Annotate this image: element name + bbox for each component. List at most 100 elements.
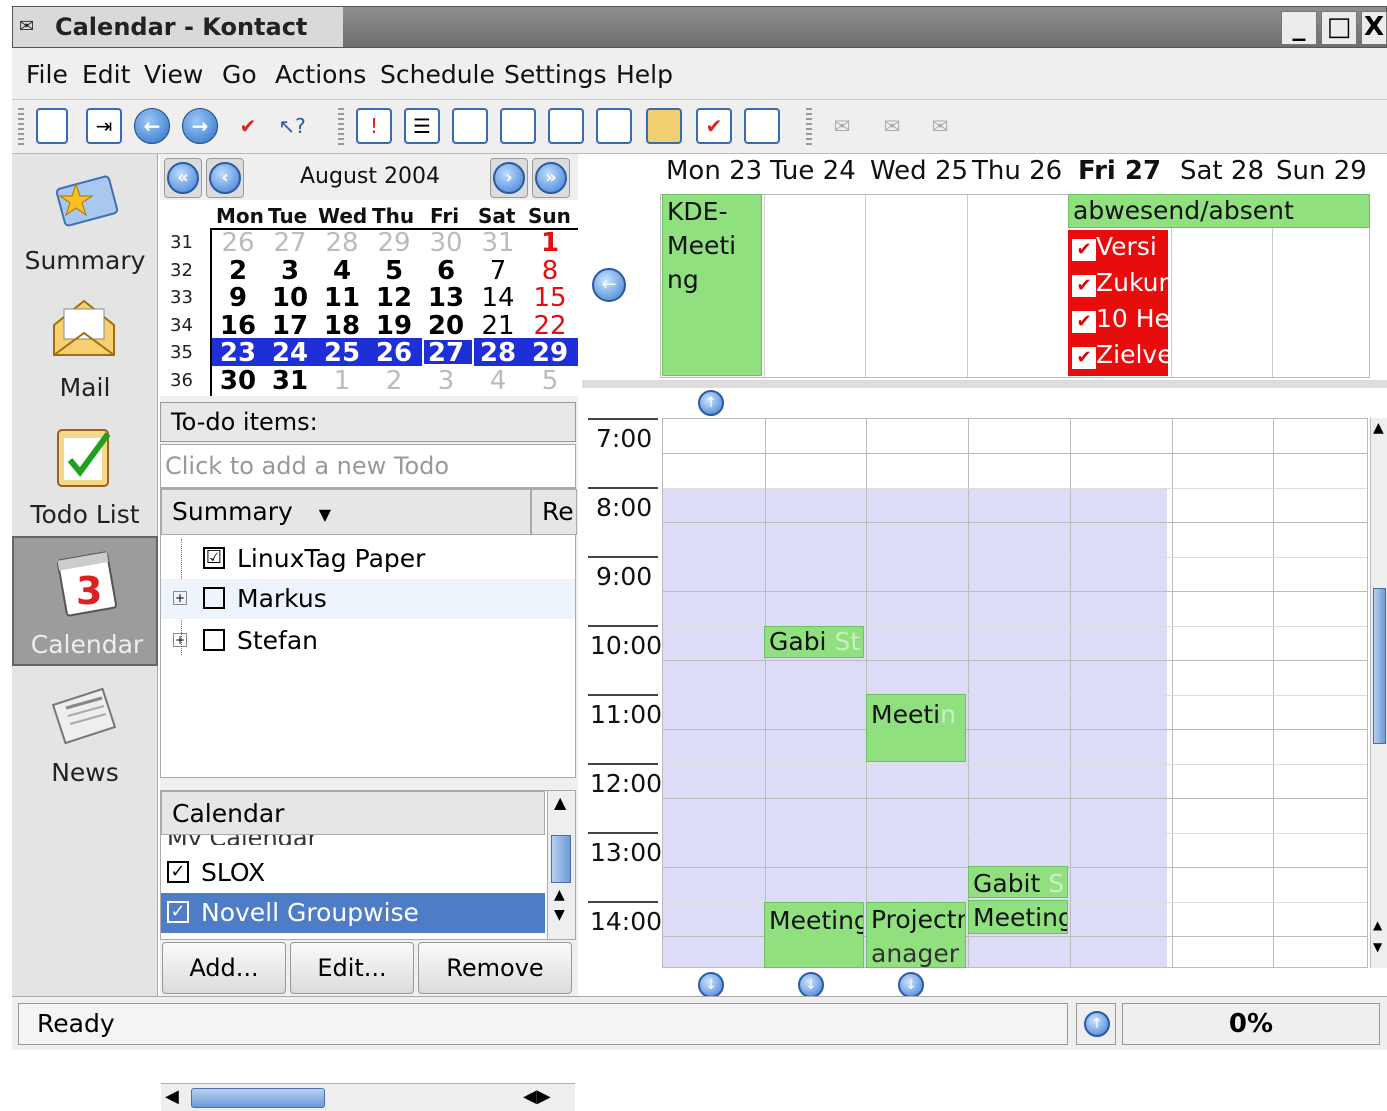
todo-view-icon[interactable]: ✔: [696, 108, 732, 144]
todo-checkbox[interactable]: [203, 629, 225, 651]
list-view-icon[interactable]: ☰: [404, 108, 440, 144]
date-cell[interactable]: 28: [472, 338, 524, 368]
scrollbar-thumb[interactable]: [191, 1088, 325, 1108]
menu-view[interactable]: View: [144, 60, 203, 89]
scroll-left-icon[interactable]: ◀: [165, 1086, 179, 1107]
date-cell[interactable]: 30: [212, 366, 264, 396]
sidebar-item-calendar[interactable]: 3 Calendar: [12, 536, 158, 666]
date-cell[interactable]: 13: [420, 283, 472, 313]
week-number[interactable]: 32: [170, 260, 193, 281]
event-gabit[interactable]: Gabit S: [968, 866, 1068, 898]
sidebar-item-news[interactable]: News: [12, 666, 158, 793]
week-number[interactable]: 31: [170, 232, 193, 253]
prev-year-button[interactable]: «: [164, 158, 202, 198]
scroll-down-events-icon[interactable]: ↓: [798, 972, 824, 998]
calendar-item-partial[interactable]: My Calendar: [167, 835, 537, 845]
date-cell[interactable]: 25: [316, 338, 368, 368]
next-month-button[interactable]: ›: [490, 158, 528, 198]
day-header[interactable]: Sun 29: [1276, 156, 1367, 186]
event-tue-meeting[interactable]: Meeting: [764, 902, 864, 968]
sidebar-item-summary[interactable]: Summary: [12, 154, 158, 281]
month-view-icon[interactable]: [646, 108, 682, 144]
date-cell[interactable]: 19: [368, 311, 420, 341]
date-cell[interactable]: 21: [472, 311, 524, 341]
scroll-down-events-icon[interactable]: ↓: [898, 972, 924, 998]
next-days-view-icon[interactable]: [596, 108, 632, 144]
scroll-left-right-icon[interactable]: ◀▶: [523, 1086, 551, 1107]
menu-go[interactable]: Go: [222, 60, 257, 89]
todo-horizontal-scrollbar[interactable]: ◀ ◀▶: [161, 1083, 575, 1111]
date-cell[interactable]: 27: [420, 338, 472, 368]
expand-icon[interactable]: +: [173, 591, 187, 605]
date-cell[interactable]: 12: [368, 283, 420, 313]
new-todo-icon[interactable]: ✔: [230, 108, 266, 144]
day-view-icon[interactable]: [452, 108, 488, 144]
menu-edit[interactable]: Edit: [82, 60, 130, 89]
date-cell[interactable]: 31: [264, 366, 316, 396]
todo-event[interactable]: ✔ Versi: [1072, 232, 1157, 261]
date-cell[interactable]: 4: [472, 366, 524, 396]
close-button[interactable]: X: [1361, 11, 1387, 45]
remove-calendar-button[interactable]: Remove: [418, 942, 572, 994]
menu-file[interactable]: File: [26, 60, 68, 89]
event-meeting[interactable]: Meetin: [866, 694, 966, 762]
event-project-manager[interactable]: Projectn anager: [866, 902, 966, 968]
scrollbar-thumb[interactable]: [1373, 588, 1386, 744]
date-cell[interactable]: 31: [472, 228, 524, 258]
day-header[interactable]: Fri 27: [1078, 156, 1161, 186]
event-thu-meeting[interactable]: Meeting: [968, 900, 1068, 934]
scroll-up-icon[interactable]: ▲: [554, 887, 565, 903]
date-cell[interactable]: 17: [264, 311, 316, 341]
day-header[interactable]: Mon 23: [666, 156, 762, 186]
collapse-arrow-icon[interactable]: ←: [592, 268, 626, 302]
sidebar-item-mail[interactable]: Mail: [12, 281, 158, 408]
date-cell[interactable]: 6: [420, 256, 472, 286]
toolbar-grip-2[interactable]: [338, 108, 344, 146]
date-cell[interactable]: 7: [472, 256, 524, 286]
edit-calendar-button[interactable]: Edit...: [290, 942, 414, 994]
toolbar-grip-3[interactable]: [806, 108, 812, 146]
reply-mail-icon[interactable]: ✉: [874, 108, 910, 144]
date-cell[interactable]: 4: [316, 256, 368, 286]
date-cell[interactable]: 8: [524, 256, 576, 286]
date-cell[interactable]: 27: [264, 228, 316, 258]
splitter[interactable]: [582, 380, 1387, 388]
calendar-list-header[interactable]: Calendar: [161, 791, 545, 835]
import-icon[interactable]: ⇥: [86, 108, 122, 144]
progress-toggle[interactable]: ↑: [1076, 1003, 1116, 1045]
date-cell[interactable]: 14: [472, 283, 524, 313]
day-header[interactable]: Sat 28: [1180, 156, 1264, 186]
all-day-event-absent[interactable]: abwesend/absent: [1068, 194, 1370, 228]
scroll-up-events-icon[interactable]: ↑: [698, 390, 724, 416]
todo-event[interactable]: ✔ Zielve: [1072, 340, 1168, 369]
send-mail-icon[interactable]: ✉: [824, 108, 860, 144]
day-header[interactable]: Tue 24: [770, 156, 856, 186]
date-cell[interactable]: 2: [368, 366, 420, 396]
menu-actions[interactable]: Actions: [275, 60, 366, 89]
date-cell[interactable]: 24: [264, 338, 316, 368]
scroll-up-icon[interactable]: ▲: [554, 793, 566, 812]
scroll-down-events-icon[interactable]: ↓: [698, 972, 724, 998]
date-cell[interactable]: 5: [368, 256, 420, 286]
todo-event[interactable]: ✔ 10 He: [1072, 304, 1168, 333]
week-number[interactable]: 33: [170, 287, 193, 308]
date-cell[interactable]: 22: [524, 311, 576, 341]
scroll-up-icon[interactable]: ▲: [1373, 918, 1382, 932]
week-number[interactable]: 35: [170, 342, 193, 363]
forward-mail-icon[interactable]: ✉: [922, 108, 958, 144]
date-cell[interactable]: 29: [368, 228, 420, 258]
column-header-recurrence[interactable]: Re: [531, 489, 577, 535]
all-day-event-kde-meeting[interactable]: KDE- Meeti ng: [662, 194, 762, 376]
scrollbar-thumb[interactable]: [551, 835, 571, 883]
expand-icon[interactable]: +: [173, 633, 187, 647]
maximize-button[interactable]: □: [1321, 11, 1357, 45]
timeline-view-icon[interactable]: [744, 108, 780, 144]
next-year-button[interactable]: »: [532, 158, 570, 198]
prev-month-button[interactable]: ‹: [206, 158, 244, 198]
day-header[interactable]: Thu 26: [972, 156, 1062, 186]
date-cell[interactable]: 18: [316, 311, 368, 341]
date-cell[interactable]: 5: [524, 366, 576, 396]
calendar-item[interactable]: ✓ SLOX: [161, 853, 575, 893]
forward-arrow-icon[interactable]: →: [182, 108, 218, 144]
todo-checkbox[interactable]: [203, 587, 225, 609]
